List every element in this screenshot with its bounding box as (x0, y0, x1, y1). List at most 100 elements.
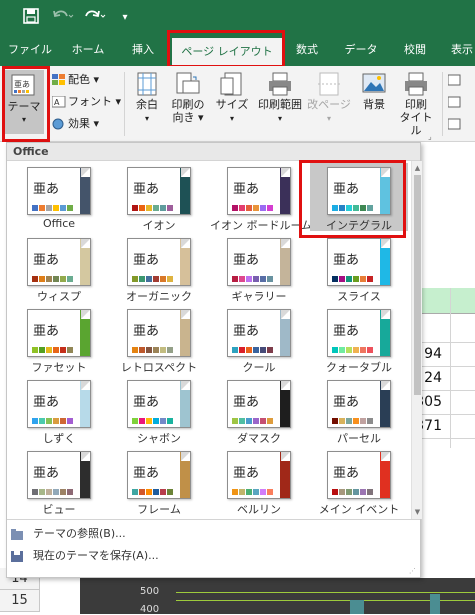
theme-sample-text: 亜あ (233, 466, 260, 481)
tab-formulas[interactable]: 数式 (284, 36, 330, 66)
arrange-icon-3[interactable] (447, 116, 464, 132)
theme-item[interactable]: 亜あ パーセル (310, 376, 408, 445)
theme-item[interactable]: 亜あ インテグラル (310, 163, 408, 232)
color-swatch (267, 418, 273, 424)
theme-sample-text: 亜あ (133, 324, 160, 339)
color-swatch (46, 205, 52, 211)
row-header[interactable]: 15 (0, 590, 40, 612)
customize-icon[interactable]: ▾ (118, 8, 132, 28)
browse-themes-label: テーマの参照(B)... (33, 527, 126, 540)
svg-text:A: A (54, 98, 60, 107)
theme-item[interactable]: 亜あ フレーム (110, 447, 208, 516)
fonts-button[interactable]: A フォント ▾ (51, 94, 121, 110)
colors-button[interactable]: 配色 ▾ (52, 72, 99, 88)
theme-color-swatches (332, 485, 374, 495)
tab-view[interactable]: 表示 (442, 36, 475, 66)
color-swatch (67, 489, 73, 495)
theme-sample-text: 亜あ (33, 466, 60, 481)
scrollbar-thumb[interactable] (414, 175, 421, 395)
theme-thumbnail: 亜あ (127, 167, 191, 215)
color-swatch (232, 418, 238, 424)
scroll-up-icon[interactable]: ▲ (413, 163, 422, 173)
theme-item[interactable]: 亜あ ファセット (10, 305, 108, 374)
theme-item[interactable]: 亜あ オーガニック (110, 234, 208, 303)
size-button[interactable]: サイズ ▾ (212, 72, 252, 125)
scroll-down-icon[interactable]: ▼ (413, 507, 422, 517)
theme-thumbnail: 亜あ (27, 380, 91, 428)
orientation-icon (175, 72, 201, 96)
theme-name: クール (242, 361, 276, 374)
save-icon[interactable] (22, 8, 40, 28)
color-swatch (60, 276, 66, 282)
theme-item[interactable]: 亜あ Office (10, 163, 108, 231)
themes-button[interactable]: 亜あ テーマ ▾ (4, 70, 44, 134)
theme-color-swatches (332, 201, 374, 211)
orientation-label-2: 向き (172, 111, 195, 124)
margins-icon (134, 72, 160, 96)
color-swatch (167, 276, 173, 282)
color-swatch (260, 347, 266, 353)
theme-item[interactable]: 亜あ スライス (310, 234, 408, 303)
theme-item[interactable]: 亜あ クール (210, 305, 308, 374)
theme-item[interactable]: 亜あ しずく (10, 376, 108, 445)
tab-home[interactable]: ホーム (60, 36, 116, 66)
theme-thumbnail: 亜あ (127, 238, 191, 286)
theme-item[interactable]: 亜あ ビュー (10, 447, 108, 516)
arrange-icon-1[interactable] (447, 72, 464, 88)
theme-item[interactable]: 亜あ クォータブル (310, 305, 408, 374)
redo-icon[interactable] (84, 8, 106, 28)
theme-item[interactable]: 亜あ ベルリン (210, 447, 308, 516)
theme-thumbnail: 亜あ (327, 380, 391, 428)
color-swatch (332, 489, 338, 495)
color-swatch (146, 205, 152, 211)
theme-item[interactable]: 亜あ レトロスペクト (110, 305, 208, 374)
tab-data[interactable]: データ (334, 36, 388, 66)
tab-review[interactable]: 校閲 (392, 36, 438, 66)
theme-item[interactable]: 亜あ イオン ボードルーム (210, 163, 312, 232)
breaks-label: 改ページ (307, 98, 351, 111)
browse-themes-item[interactable]: テーマの参照(B)... (11, 524, 126, 544)
theme-item[interactable]: 亜あ ウィスプ (10, 234, 108, 303)
theme-thumbnail: 亜あ (27, 451, 91, 499)
color-swatch (32, 276, 38, 282)
themes-dropdown: Office 亜あ Office 亜あ イオン 亜あ イオン ボードルーム 亜あ インテグラル… (6, 142, 422, 578)
print-area-button[interactable]: 印刷範囲 ▾ (254, 72, 306, 125)
page-fold-icon (81, 310, 90, 319)
save-theme-item[interactable]: 現在のテーマを保存(A)... (11, 546, 159, 566)
resize-grip-icon[interactable]: ⋰ (409, 567, 416, 575)
theme-thumbnail: 亜あ (27, 238, 91, 286)
chart-area[interactable]: 500 400 (80, 578, 475, 615)
margins-button[interactable]: 余白 ▾ (128, 72, 166, 125)
undo-icon[interactable] (52, 8, 74, 28)
print-titles-label-1: 印刷 (405, 98, 427, 111)
folder-icon (11, 528, 25, 540)
size-label: サイズ (215, 98, 249, 111)
color-swatch (339, 489, 345, 495)
color-swatch (132, 347, 138, 353)
theme-name: オーガニック (126, 290, 192, 303)
color-swatch (353, 489, 359, 495)
orientation-button[interactable]: 印刷の 向き ▾ (168, 72, 208, 124)
theme-item[interactable]: 亜あ ダマスク (210, 376, 308, 445)
palette-icon (52, 74, 66, 86)
gallery-scrollbar[interactable]: ▲ ▼ (411, 161, 422, 519)
theme-item[interactable]: 亜あ イオン (110, 163, 208, 232)
effects-button[interactable]: 効果 ▾ (52, 116, 99, 132)
background-button[interactable]: 背景 (354, 72, 394, 111)
tab-page-layout[interactable]: ページ レイアウト (172, 38, 282, 66)
print-titles-button[interactable]: 印刷 タイトル (396, 72, 436, 137)
chart-tick: 500 (140, 586, 160, 597)
breaks-button[interactable]: 改ページ ▾ (306, 72, 352, 125)
theme-item[interactable]: 亜あ メイン イベント (310, 447, 408, 516)
tab-insert[interactable]: 挿入 (118, 36, 168, 66)
theme-sample-text: 亜あ (33, 395, 60, 410)
theme-item[interactable]: 亜あ シャボン (110, 376, 208, 445)
color-swatch (246, 276, 252, 282)
dialog-launcher-icon[interactable]: ⌟ (428, 132, 432, 141)
arrange-icon-2[interactable] (447, 94, 464, 110)
tab-file[interactable]: ファイル (4, 36, 56, 66)
theme-name: イオン (142, 219, 176, 232)
theme-item[interactable]: 亜あ ギャラリー (210, 234, 308, 303)
page-fold-icon (81, 381, 90, 390)
orientation-label-1: 印刷の (171, 98, 205, 111)
